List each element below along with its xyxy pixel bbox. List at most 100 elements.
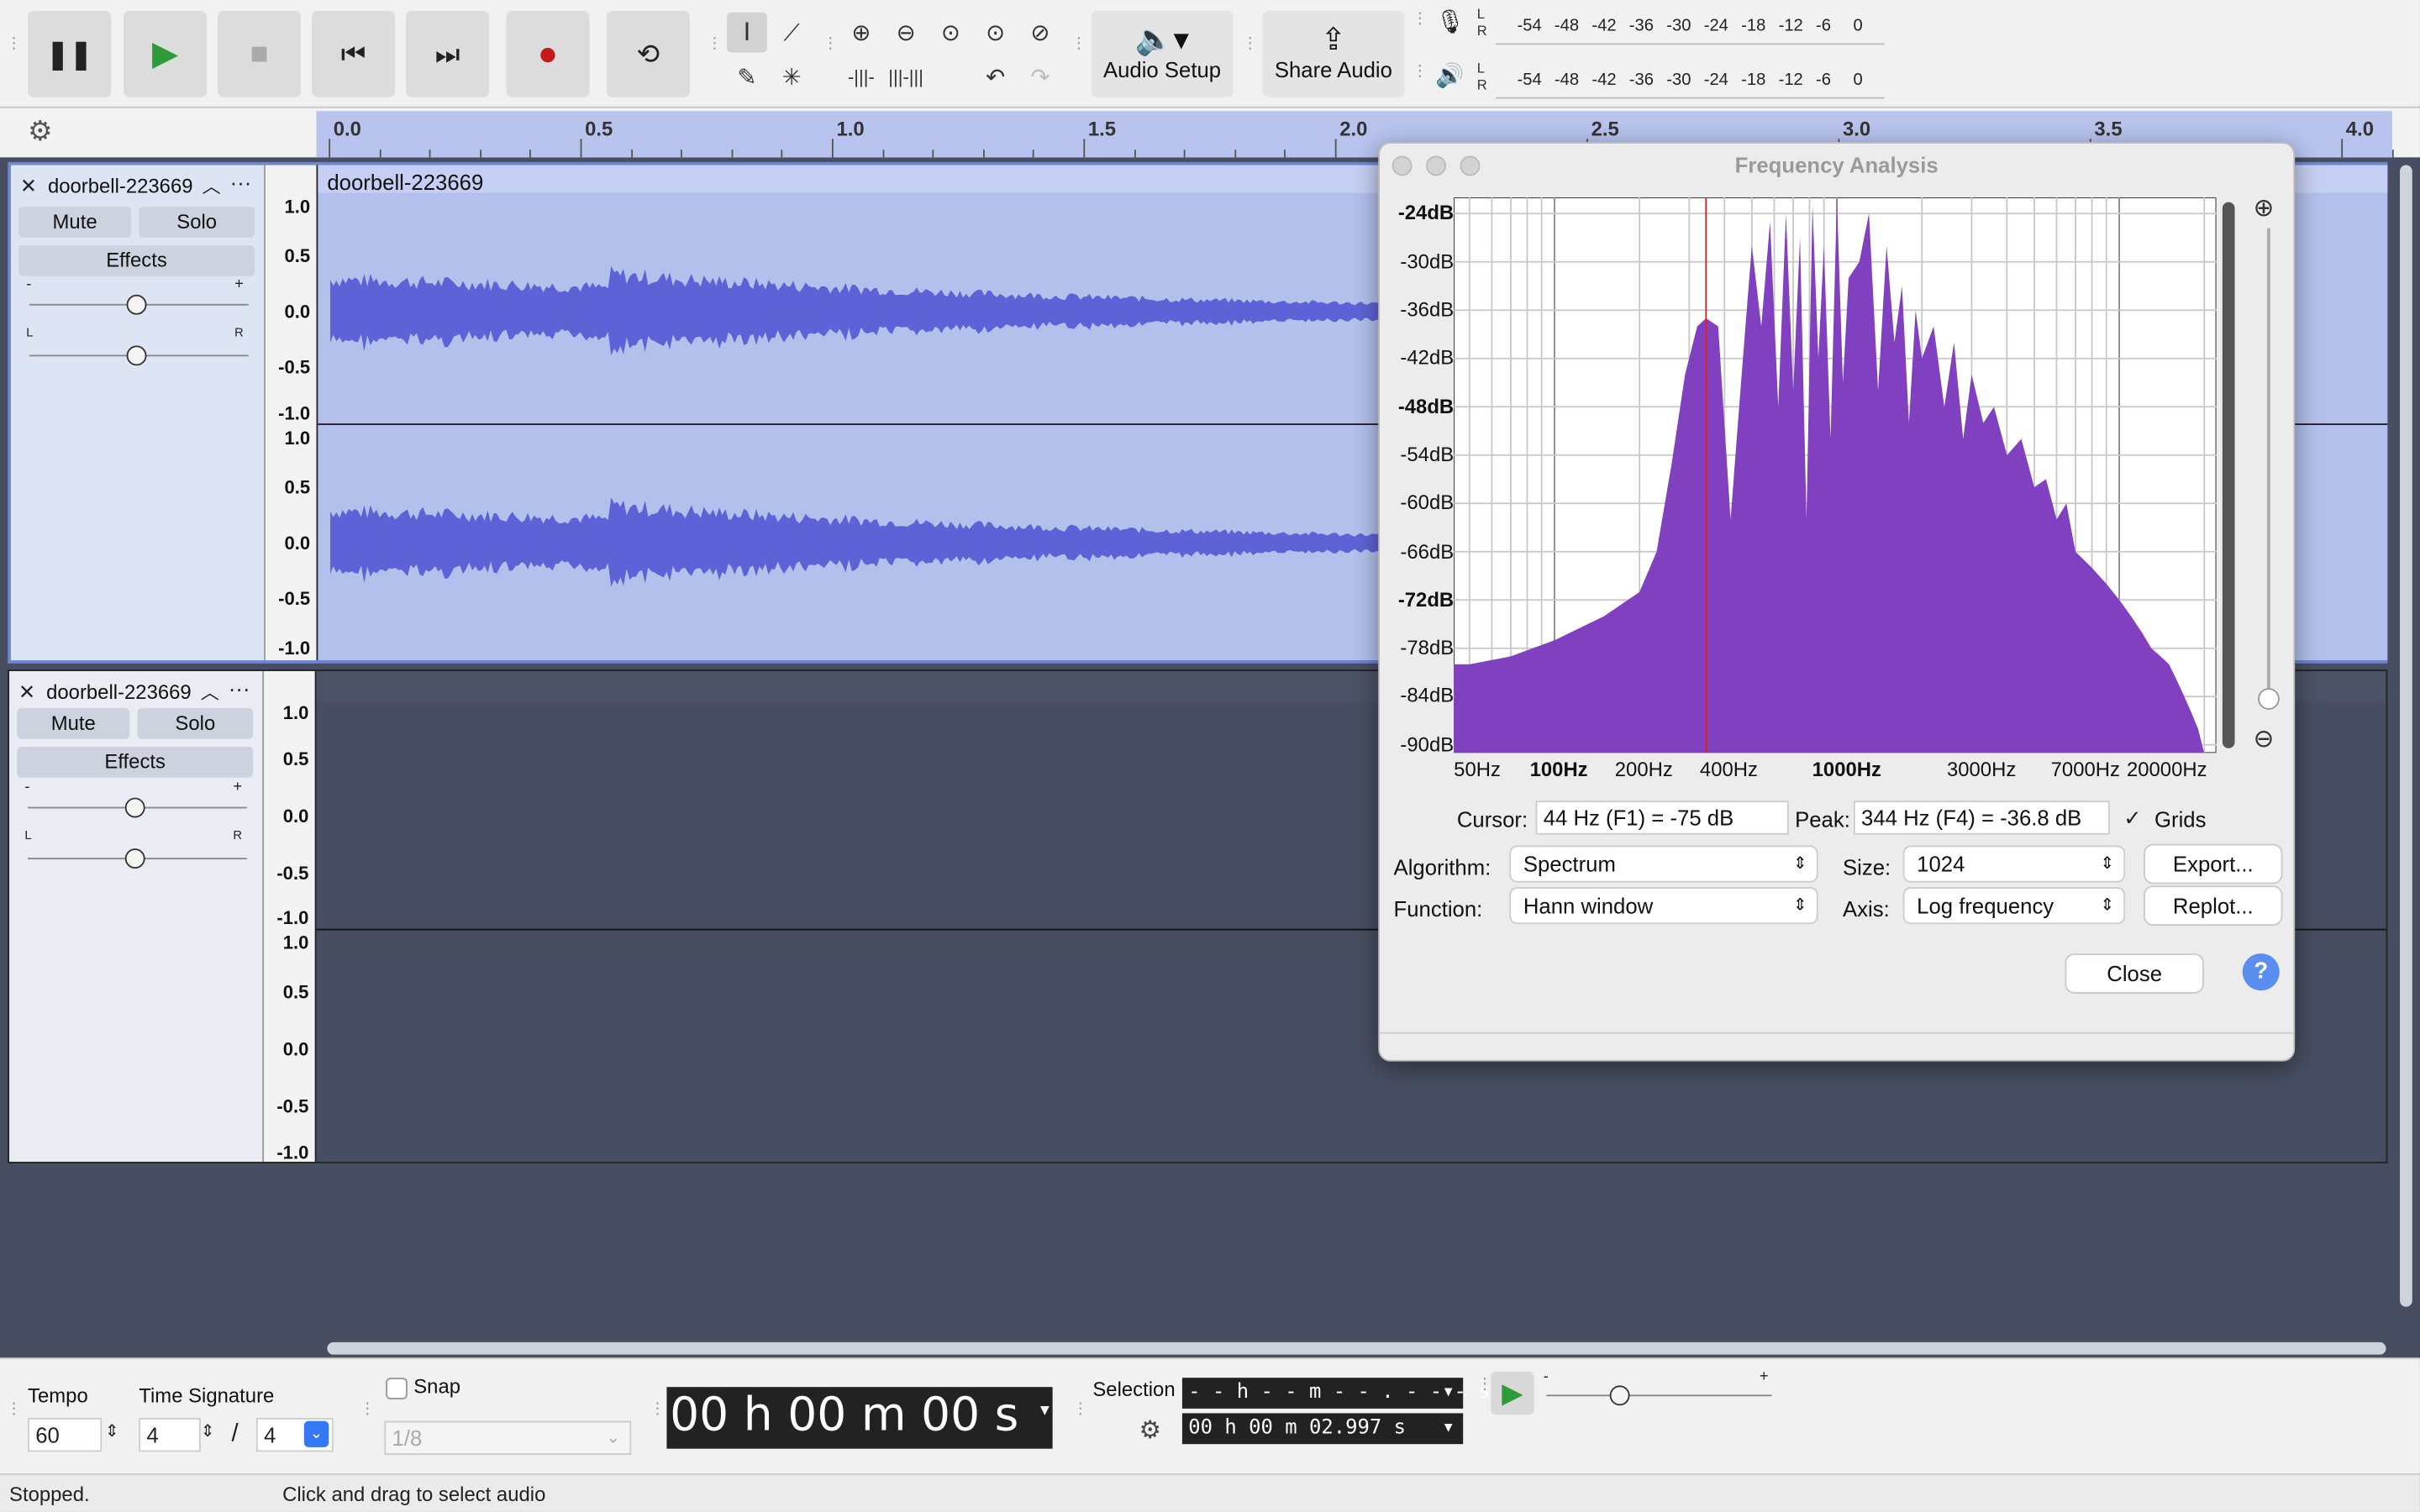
mute-button[interactable]: Mute <box>17 708 130 739</box>
snap-checkbox[interactable] <box>386 1378 408 1399</box>
pause-button[interactable]: ❚❚ <box>28 10 112 97</box>
function-select[interactable]: Hann window ⇕ <box>1511 888 1817 923</box>
track-name[interactable]: doorbell-223669 <box>48 175 193 198</box>
selection-start[interactable]: - - h - - m - - . - - - s ▼ <box>1181 1378 1491 1409</box>
play-at-speed-button[interactable]: ▶ <box>1491 1371 1534 1415</box>
effects-button[interactable]: Effects <box>17 746 254 778</box>
play-button[interactable]: ▶ <box>123 10 208 97</box>
draw-tool[interactable]: ✎ <box>727 57 767 97</box>
loop-button[interactable]: ⟲ <box>606 10 691 97</box>
solo-button[interactable]: Solo <box>137 708 254 739</box>
snap-select[interactable]: 1/8 ⌄ <box>384 1420 632 1456</box>
audio-setup-grip[interactable]: ⋮ <box>1071 36 1086 51</box>
silence-button[interactable]: |||-||| <box>886 57 926 97</box>
gear-icon[interactable]: ⚙ <box>28 116 53 149</box>
collapse-icon[interactable]: ︿ <box>201 679 219 705</box>
pan-knob[interactable] <box>126 345 147 366</box>
selection-grip[interactable]: ⋮ <box>1073 1402 1088 1417</box>
speed-slider[interactable] <box>1546 1385 1772 1406</box>
close-icon[interactable]: ✕ <box>20 175 37 199</box>
play-meter-grip[interactable]: ⋮ <box>1413 64 1428 79</box>
skip-to-start-button[interactable]: ⏮ <box>312 10 396 97</box>
fit-selection-button[interactable]: ⊙ <box>931 13 971 53</box>
audio-setup-button[interactable]: 🔈▾ Audio Setup <box>1091 10 1234 97</box>
pan-slider[interactable] <box>28 848 247 869</box>
axis-select[interactable]: Log frequency ⇕ <box>1904 888 2124 923</box>
record-meter-grip[interactable]: ⋮ <box>1413 12 1428 27</box>
horizontal-scrollbar[interactable] <box>0 1334 2420 1358</box>
zoom-slider-knob[interactable] <box>2258 688 2280 710</box>
size-select[interactable]: 1024 ⇕ <box>1904 847 2124 881</box>
speed-knob[interactable] <box>1609 1385 1630 1406</box>
redo-button[interactable]: ↷ <box>1020 57 1060 97</box>
close-button[interactable]: Close <box>2066 954 2202 992</box>
clip-name[interactable]: doorbell-223669 <box>327 170 483 194</box>
tempo-grip[interactable]: ⋮ <box>6 1402 21 1417</box>
export-button[interactable]: Export... <box>2145 845 2281 883</box>
more-icon[interactable]: ··· <box>230 170 252 194</box>
replot-button[interactable]: Replot... <box>2145 887 2281 925</box>
spectrum-plot[interactable] <box>1454 197 2217 753</box>
time-signature-numerator[interactable]: 4 <box>139 1417 201 1452</box>
undo-button[interactable]: ↶ <box>976 57 1016 97</box>
gain-knob[interactable] <box>126 294 147 315</box>
toolbar-grip[interactable]: ⋮ <box>6 36 21 51</box>
envelope-tool[interactable]: ⟋ <box>771 13 812 53</box>
gain-slider[interactable] <box>28 797 247 818</box>
play-at-speed-grip[interactable]: ⋮ <box>1477 1377 1492 1392</box>
pan-knob[interactable] <box>124 848 145 869</box>
time-grip[interactable]: ⋮ <box>650 1402 665 1417</box>
tempo-stepper-icon[interactable]: ⇕ <box>105 1421 119 1441</box>
amplitude-scale[interactable]: 1.0 0.5 0.0 -0.5 -1.0 1.0 0.5 0.0 -0.5 -… <box>264 670 317 1163</box>
trim-button[interactable]: -|||- <box>841 57 881 97</box>
zoom-slider-track[interactable] <box>2267 228 2270 707</box>
tempo-input[interactable]: 60 <box>28 1417 103 1452</box>
collapse-icon[interactable]: ︿ <box>203 173 221 199</box>
zoom-in-button[interactable]: ⊕ <box>841 13 881 53</box>
selection-end[interactable]: 00 h 00 m 02.997 s ▼ <box>1181 1413 1464 1445</box>
vertical-scrollbar[interactable] <box>2395 161 2420 1335</box>
gear-icon[interactable]: ⚙ <box>1139 1415 1160 1446</box>
frequency-analysis-dialog[interactable]: Frequency Analysis -24dB -30dB -36dB -42dB -… <box>1378 141 2296 1062</box>
stop-button[interactable]: ■ <box>217 10 302 97</box>
gain-slider[interactable] <box>29 294 249 315</box>
close-icon[interactable]: ✕ <box>18 680 35 705</box>
algorithm-select[interactable]: Spectrum ⇕ <box>1511 847 1817 881</box>
fit-project-button[interactable]: ⊙ <box>976 13 1016 53</box>
time-signature-denominator[interactable]: 4 ⌄ <box>255 1417 334 1452</box>
track-control-panel[interactable]: ✕ doorbell-223669 ︿ ··· Mute Solo Effect… <box>9 670 265 1163</box>
help-button[interactable]: ? <box>2242 953 2280 991</box>
more-icon[interactable]: ··· <box>229 675 250 700</box>
effects-button[interactable]: Effects <box>18 245 255 276</box>
grids-checkbox[interactable]: ✓ <box>2123 806 2142 832</box>
vertical-scroll-thumb[interactable] <box>2400 165 2412 1307</box>
tools-grip[interactable]: ⋮ <box>707 36 722 51</box>
record-meter[interactable]: LR -54 -48 -42 -36 -30 -24 -18 -12 -6 0 <box>1474 5 1885 45</box>
share-audio-button[interactable]: ⇪ Share Audio <box>1262 10 1405 97</box>
time-display[interactable]: 00 h 00 m 00 s ▼ <box>666 1387 1053 1449</box>
zoom-in-icon[interactable]: ⊕ <box>2254 193 2275 224</box>
zoom-out-icon[interactable]: ⊖ <box>2254 723 2275 754</box>
mute-button[interactable]: Mute <box>18 207 132 238</box>
gain-knob[interactable] <box>124 797 145 818</box>
pan-slider[interactable] <box>29 345 249 366</box>
multi-tool[interactable]: ✳ <box>771 57 812 97</box>
zoom-out-button[interactable]: ⊖ <box>886 13 926 53</box>
snap-grip[interactable]: ⋮ <box>360 1402 375 1417</box>
vertical-zoom-track[interactable] <box>2222 202 2235 748</box>
playback-meter[interactable]: LR -54 -48 -42 -36 -30 -24 -18 -12 -6 0 <box>1474 59 1885 99</box>
track-name[interactable]: doorbell-223669 <box>46 680 192 704</box>
amplitude-scale[interactable]: 1.0 0.5 0.0 -0.5 -1.0 1.0 0.5 0.0 -0.5 -… <box>265 165 318 661</box>
solo-button[interactable]: Solo <box>139 207 255 238</box>
chevron-down-icon[interactable]: ⌄ <box>303 1420 329 1447</box>
playback-speaker-icon[interactable]: 🔊 <box>1435 61 1464 89</box>
edit-grip[interactable]: ⋮ <box>823 36 838 51</box>
skip-to-end-button[interactable]: ⏭ <box>406 10 490 97</box>
horizontal-scroll-thumb[interactable] <box>327 1341 2386 1355</box>
zoom-toggle-button[interactable]: ⊘ <box>1020 13 1060 53</box>
track-control-panel[interactable]: ✕ doorbell-223669 ︿ ··· Mute Solo Effect… <box>10 165 266 661</box>
record-button[interactable]: ● <box>506 10 590 97</box>
microphone-icon[interactable]: 🎙 <box>1435 8 1465 35</box>
selection-tool[interactable]: I <box>727 12 767 53</box>
numerator-stepper-icon[interactable]: ⇕ <box>201 1421 215 1441</box>
